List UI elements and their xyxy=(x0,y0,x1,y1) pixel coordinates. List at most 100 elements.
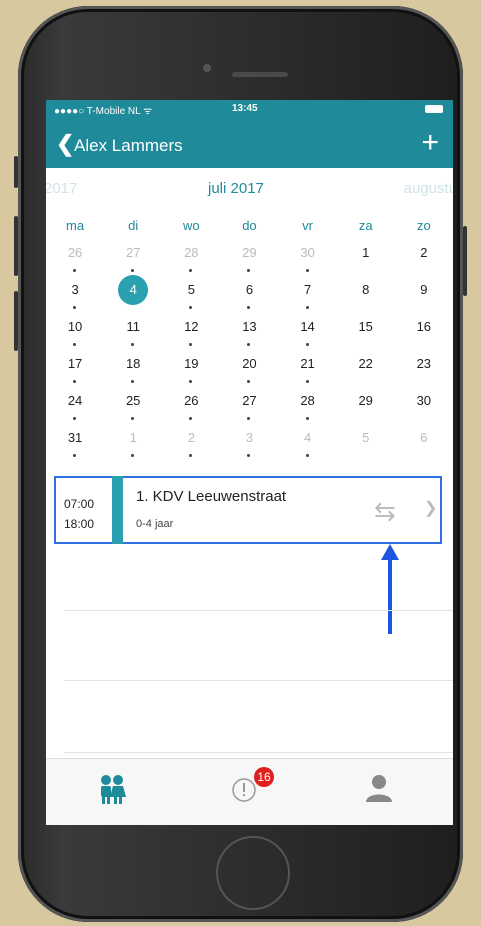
battery-icon xyxy=(425,105,443,113)
event-end: 18:00 xyxy=(64,517,95,531)
calendar-day[interactable]: 7 xyxy=(279,277,337,314)
calendar-day[interactable]: 26 xyxy=(162,388,220,425)
plus-icon[interactable]: + xyxy=(421,126,439,160)
event-dot xyxy=(247,306,251,309)
calendar-day[interactable]: 23 xyxy=(395,351,453,388)
alert-icon[interactable] xyxy=(231,777,257,803)
chevron-right-icon: ❯ xyxy=(424,500,438,517)
calendar-day[interactable]: 21 xyxy=(279,351,337,388)
power-button xyxy=(463,226,467,296)
day-number: 4 xyxy=(118,275,149,305)
day-number: 29 xyxy=(358,393,373,408)
day-number: 27 xyxy=(242,393,257,408)
home-button[interactable] xyxy=(216,836,290,910)
event-dot xyxy=(131,380,135,383)
calendar-day[interactable]: 8 xyxy=(337,277,395,314)
event-dot xyxy=(189,454,193,457)
day-number: 20 xyxy=(242,356,257,371)
calendar-day[interactable]: 25 xyxy=(104,388,162,425)
event-card[interactable]: 07:00 18:00 1. KDV Leeuwenstraat 0-4 jaa… xyxy=(54,476,442,544)
prev-month[interactable]: 2017 xyxy=(46,180,77,197)
calendar-day[interactable]: 6 xyxy=(395,425,453,462)
status-bar: ●●●●○ T-Mobile NL ᯤ 13:45 xyxy=(46,100,453,118)
day-number: 19 xyxy=(184,356,199,371)
day-number: 27 xyxy=(125,245,141,260)
swap-icon[interactable]: ⇆ xyxy=(374,496,396,527)
day-number: 1 xyxy=(129,430,137,445)
calendar-day[interactable]: 5 xyxy=(162,277,220,314)
event-dot xyxy=(247,343,251,346)
calendar-day[interactable]: 4 xyxy=(279,425,337,462)
event-dot xyxy=(73,417,76,420)
calendar-day[interactable]: 28 xyxy=(279,388,337,425)
weekday-label: zo xyxy=(416,218,431,233)
day-number: 5 xyxy=(187,282,195,297)
day-number: 6 xyxy=(245,282,254,297)
event-dot xyxy=(247,454,251,457)
calendar-day[interactable]: 20 xyxy=(220,351,278,388)
calendar-day[interactable]: 5 xyxy=(337,425,395,462)
day-number: 2 xyxy=(420,245,428,260)
calendar-day[interactable]: 10 xyxy=(46,314,104,351)
nav-title[interactable]: Alex Lammers xyxy=(74,136,183,156)
calendar-day[interactable]: 29 xyxy=(220,240,278,277)
calendar-day[interactable]: 31 xyxy=(46,425,104,462)
day-number: 15 xyxy=(358,319,373,334)
weekday-label: ma xyxy=(66,218,85,233)
weekday-label: vr xyxy=(302,218,313,233)
calendar-day[interactable]: 1 xyxy=(104,425,162,462)
notification-badge: 16 xyxy=(254,767,274,787)
children-icon[interactable] xyxy=(96,773,128,805)
calendar-day[interactable]: 24 xyxy=(46,388,104,425)
carrier-label: ●●●●○ T-Mobile NL ᯤ xyxy=(54,106,153,117)
earpiece-speaker xyxy=(232,72,288,77)
event-dot xyxy=(247,380,251,383)
calendar-day[interactable]: 18 xyxy=(104,351,162,388)
day-number: 29 xyxy=(242,245,257,260)
chevron-left-icon[interactable]: ❮ xyxy=(56,131,74,157)
profile-icon[interactable] xyxy=(364,773,394,803)
calendar-day[interactable]: 13 xyxy=(220,314,278,351)
calendar-day[interactable]: 12 xyxy=(162,314,220,351)
calendar-day[interactable]: 27 xyxy=(220,388,278,425)
calendar-day[interactable]: 6 xyxy=(220,277,278,314)
calendar-day[interactable]: 9 xyxy=(395,277,453,314)
calendar-day[interactable]: 16 xyxy=(395,314,453,351)
event-dot xyxy=(247,269,251,272)
calendar-day[interactable]: 2 xyxy=(395,240,453,277)
top-bar: ●●●●○ T-Mobile NL ᯤ 13:45 ❮ Alex Lammers… xyxy=(46,100,453,168)
calendar-day[interactable]: 30 xyxy=(395,388,453,425)
day-number: 12 xyxy=(184,319,199,334)
event-dot xyxy=(73,343,76,346)
event-dot xyxy=(189,306,193,309)
calendar-day[interactable]: 28 xyxy=(162,240,220,277)
calendar-day[interactable]: 4 xyxy=(104,275,162,314)
calendar-day[interactable]: 3 xyxy=(220,425,278,462)
calendar-day[interactable]: 29 xyxy=(337,388,395,425)
calendar-weeks: 26 27 28 29 30 1 2 3 4 5 6 7 8 9 10 11 12 13 14 15 16 17 18 19 2… xyxy=(46,240,453,462)
calendar-week: 3 4 5 6 7 8 9 xyxy=(46,275,453,314)
app-screen: ●●●●○ T-Mobile NL ᯤ 13:45 ❮ Alex Lammers… xyxy=(46,100,453,825)
day-number: 17 xyxy=(67,356,83,371)
mute-switch xyxy=(14,156,18,188)
volume-down-button xyxy=(14,291,18,351)
calendar-day[interactable]: 26 xyxy=(46,240,104,277)
event-dot xyxy=(305,306,309,309)
event-dot xyxy=(131,269,135,272)
day-number: 8 xyxy=(362,282,370,297)
calendar-day[interactable]: 3 xyxy=(46,277,104,314)
calendar-day[interactable]: 17 xyxy=(46,351,104,388)
calendar-day[interactable]: 15 xyxy=(337,314,395,351)
calendar-day[interactable]: 30 xyxy=(279,240,337,277)
calendar-day[interactable]: 27 xyxy=(104,240,162,277)
next-month[interactable]: augustu xyxy=(404,180,453,197)
calendar-day[interactable]: 19 xyxy=(162,351,220,388)
event-dot xyxy=(189,417,193,420)
day-number: 21 xyxy=(300,356,315,371)
calendar-day[interactable]: 1 xyxy=(337,240,395,277)
calendar-day[interactable]: 14 xyxy=(279,314,337,351)
day-number: 26 xyxy=(184,393,199,408)
calendar-day[interactable]: 11 xyxy=(104,314,162,351)
calendar-day[interactable]: 2 xyxy=(162,425,220,462)
calendar-day[interactable]: 22 xyxy=(337,351,395,388)
